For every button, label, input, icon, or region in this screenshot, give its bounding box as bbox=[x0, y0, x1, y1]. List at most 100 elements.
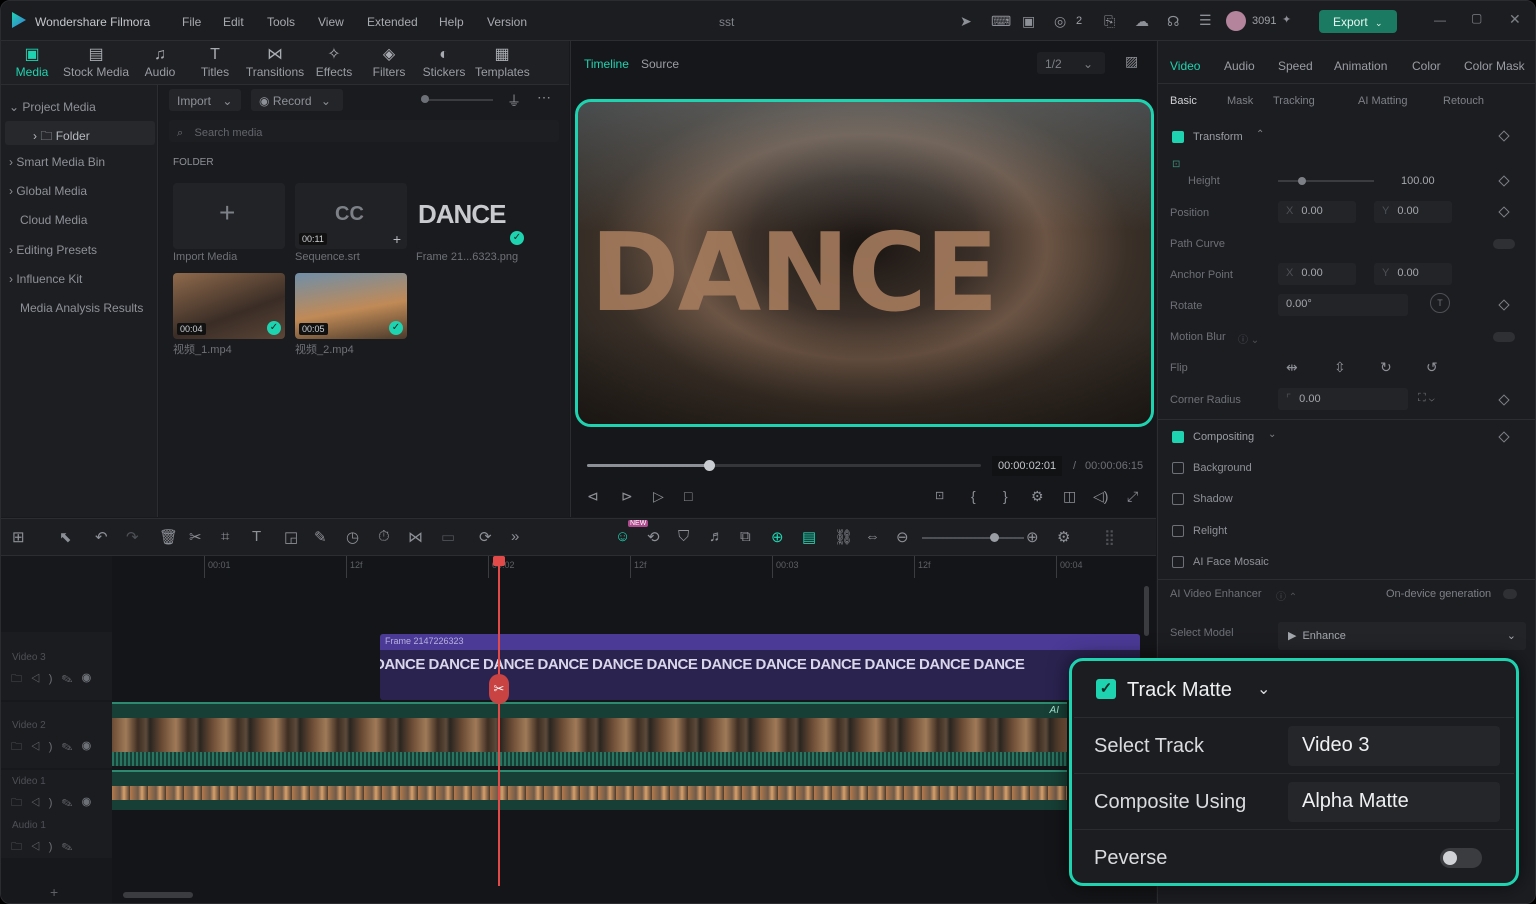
sidebar-item-influence-kit[interactable]: › Influence Kit bbox=[9, 272, 82, 286]
crop-icon[interactable]: ⌗ bbox=[221, 528, 229, 545]
media-item-sequence[interactable]: CC 00:11 + bbox=[295, 183, 407, 249]
undo-icon[interactable]: ↶ bbox=[95, 528, 108, 546]
zoom-in-icon[interactable]: ⊕ bbox=[1026, 528, 1039, 546]
motion-track-icon[interactable]: ⟳ bbox=[479, 528, 492, 546]
menu-file[interactable]: File bbox=[182, 15, 201, 29]
media-item-video1[interactable]: 00:04 ✓ bbox=[173, 273, 285, 339]
minimize-icon[interactable]: — bbox=[1434, 13, 1446, 27]
add-icon[interactable]: + bbox=[393, 231, 401, 247]
sidebar-item-media-analysis[interactable]: Media Analysis Results bbox=[20, 301, 143, 315]
import-dropdown[interactable]: Import ⌄ bbox=[169, 89, 241, 111]
media-item-video2[interactable]: 00:05 ✓ bbox=[295, 273, 407, 339]
settings-icon[interactable]: ⚙ bbox=[1031, 488, 1044, 505]
mark-out-icon[interactable]: } bbox=[1003, 488, 1008, 504]
playhead[interactable] bbox=[498, 556, 500, 886]
layout-icon[interactable]: ▣ bbox=[1022, 13, 1035, 30]
keyframe-icon[interactable] bbox=[1498, 206, 1510, 218]
keyboard-icon[interactable]: ⌨ bbox=[991, 13, 1011, 30]
anchor-x-field[interactable]: X 0.00 bbox=[1278, 263, 1356, 285]
tab-templates[interactable]: ▦ Templates bbox=[475, 45, 530, 79]
chevron-down-icon[interactable]: ⌄ bbox=[1257, 679, 1270, 699]
on-device-toggle[interactable] bbox=[1503, 589, 1517, 599]
zoom-slider[interactable] bbox=[922, 533, 1024, 542]
text-icon[interactable]: T bbox=[252, 528, 261, 545]
position-y-field[interactable]: Y 0.00 bbox=[1374, 201, 1452, 223]
help-icon[interactable]: ⓘ ⌄ bbox=[1238, 331, 1259, 346]
height-slider[interactable] bbox=[1278, 177, 1374, 185]
select-track-dropdown[interactable]: Video 3 bbox=[1288, 726, 1500, 766]
shield-icon[interactable]: ⛉ bbox=[678, 528, 689, 545]
tab-media[interactable]: ▣ Media bbox=[11, 45, 53, 79]
slider-thumb[interactable] bbox=[421, 95, 429, 103]
track-controls[interactable]: 🗀◁)✎◉ bbox=[11, 738, 100, 757]
transition-icon[interactable]: ⋈ bbox=[408, 528, 423, 546]
face-mosaic-checkbox[interactable] bbox=[1172, 556, 1184, 568]
reverse-toggle[interactable] bbox=[1440, 848, 1482, 868]
search-media-field[interactable]: ⌕ Search media bbox=[169, 120, 559, 142]
help-icon[interactable]: ⓘ ⌃ bbox=[1276, 588, 1297, 603]
progress-thumb[interactable] bbox=[704, 460, 716, 471]
flip-vertical-icon[interactable]: ⇳ bbox=[1334, 359, 1346, 376]
timeline-settings-icon[interactable]: ⚙ bbox=[1057, 528, 1070, 546]
auto-icon[interactable]: ⟲ bbox=[647, 528, 660, 546]
corner-radius-field[interactable]: ⌜ 0.00 bbox=[1278, 388, 1408, 410]
keyframe-icon[interactable] bbox=[1498, 175, 1510, 187]
audio-mix-icon[interactable]: ♬ bbox=[709, 528, 724, 545]
subtab-basic[interactable]: Basic bbox=[1170, 95, 1197, 107]
track-controls[interactable]: 🗀◁)✎◉ bbox=[11, 670, 100, 689]
close-icon[interactable]: ✕ bbox=[1509, 11, 1521, 28]
vertical-scrollbar[interactable] bbox=[1144, 586, 1149, 636]
more-icon[interactable]: ⋯ bbox=[537, 89, 551, 106]
timer-icon[interactable]: ⏱ bbox=[378, 528, 390, 545]
shadow-checkbox[interactable] bbox=[1172, 493, 1184, 505]
subtitle-icon[interactable]: ▤ bbox=[802, 528, 816, 546]
compare-icon[interactable]: ⧉ bbox=[740, 528, 751, 545]
sidebar-item-project-media[interactable]: ⌄ Project Media bbox=[9, 100, 96, 114]
filter-icon[interactable]: ⏚ bbox=[507, 91, 521, 111]
track-controls[interactable]: 🗀◁)✎ bbox=[11, 838, 82, 857]
fullscreen-icon[interactable]: ⤢ bbox=[1127, 488, 1138, 505]
unlink-icon[interactable]: ⛓ bbox=[834, 528, 853, 546]
tab-speed[interactable]: Speed bbox=[1278, 59, 1313, 73]
keyframe-icon[interactable] bbox=[1498, 130, 1510, 142]
chevron-down-icon[interactable]: ⌄ bbox=[1268, 429, 1276, 440]
volume-icon[interactable]: ◁) bbox=[1093, 488, 1108, 505]
snap-icon[interactable]: ⊕ bbox=[771, 528, 784, 546]
height-value[interactable]: 100.00 bbox=[1401, 175, 1435, 187]
rotate-field[interactable]: 0.00° bbox=[1278, 294, 1408, 316]
playhead-handle[interactable] bbox=[493, 556, 505, 566]
rotate-right-icon[interactable]: ↻ bbox=[1380, 359, 1392, 376]
tab-stickers[interactable]: ◐ Stickers bbox=[421, 45, 467, 79]
prev-frame-icon[interactable]: ⊲ bbox=[587, 488, 599, 505]
fit-icon[interactable]: ⇔ bbox=[865, 528, 880, 545]
tab-video[interactable]: Video bbox=[1170, 59, 1200, 73]
compositing-checkbox[interactable] bbox=[1172, 431, 1184, 443]
track-controls[interactable]: 🗀◁)✎◉ bbox=[11, 794, 100, 813]
path-curve-toggle[interactable] bbox=[1493, 239, 1515, 249]
layout-grid-icon[interactable]: ⊞ bbox=[12, 528, 25, 546]
video-clip[interactable]: AI bbox=[112, 702, 1067, 766]
tab-filters[interactable]: ◈ Filters bbox=[369, 45, 409, 79]
tab-source[interactable]: Source bbox=[641, 57, 679, 71]
add-track-icon[interactable]: + bbox=[50, 884, 58, 900]
slider-thumb[interactable] bbox=[990, 533, 999, 542]
shape-icon[interactable]: ◲ bbox=[284, 528, 298, 546]
split-icon[interactable]: ✂ bbox=[189, 528, 202, 546]
freeze-icon[interactable]: ▭ bbox=[441, 528, 455, 546]
media-item-frame[interactable]: DANCE ✓ bbox=[416, 183, 528, 249]
grid-view-icon[interactable]: ⣿ bbox=[1104, 528, 1115, 546]
video-clip[interactable] bbox=[112, 770, 1067, 810]
chevron-up-icon[interactable]: ⌃ bbox=[1256, 129, 1264, 140]
tab-transitions[interactable]: ⋈ Transitions bbox=[245, 45, 305, 79]
subtab-tracking[interactable]: Tracking bbox=[1273, 95, 1315, 107]
zoom-out-icon[interactable]: ⊖ bbox=[896, 528, 909, 546]
sidebar-item-smart-media-bin[interactable]: › Smart Media Bin bbox=[9, 155, 105, 169]
transform-checkbox[interactable] bbox=[1172, 131, 1184, 143]
subtab-retouch[interactable]: Retouch bbox=[1443, 95, 1484, 107]
play-icon[interactable]: ▷ bbox=[653, 488, 664, 505]
background-checkbox[interactable] bbox=[1172, 462, 1184, 474]
support-icon[interactable]: ☊ bbox=[1167, 13, 1179, 30]
tab-audio[interactable]: Audio bbox=[1224, 59, 1255, 73]
tab-animation[interactable]: Animation bbox=[1334, 59, 1387, 73]
save-icon[interactable]: ⎘ bbox=[1104, 13, 1115, 30]
